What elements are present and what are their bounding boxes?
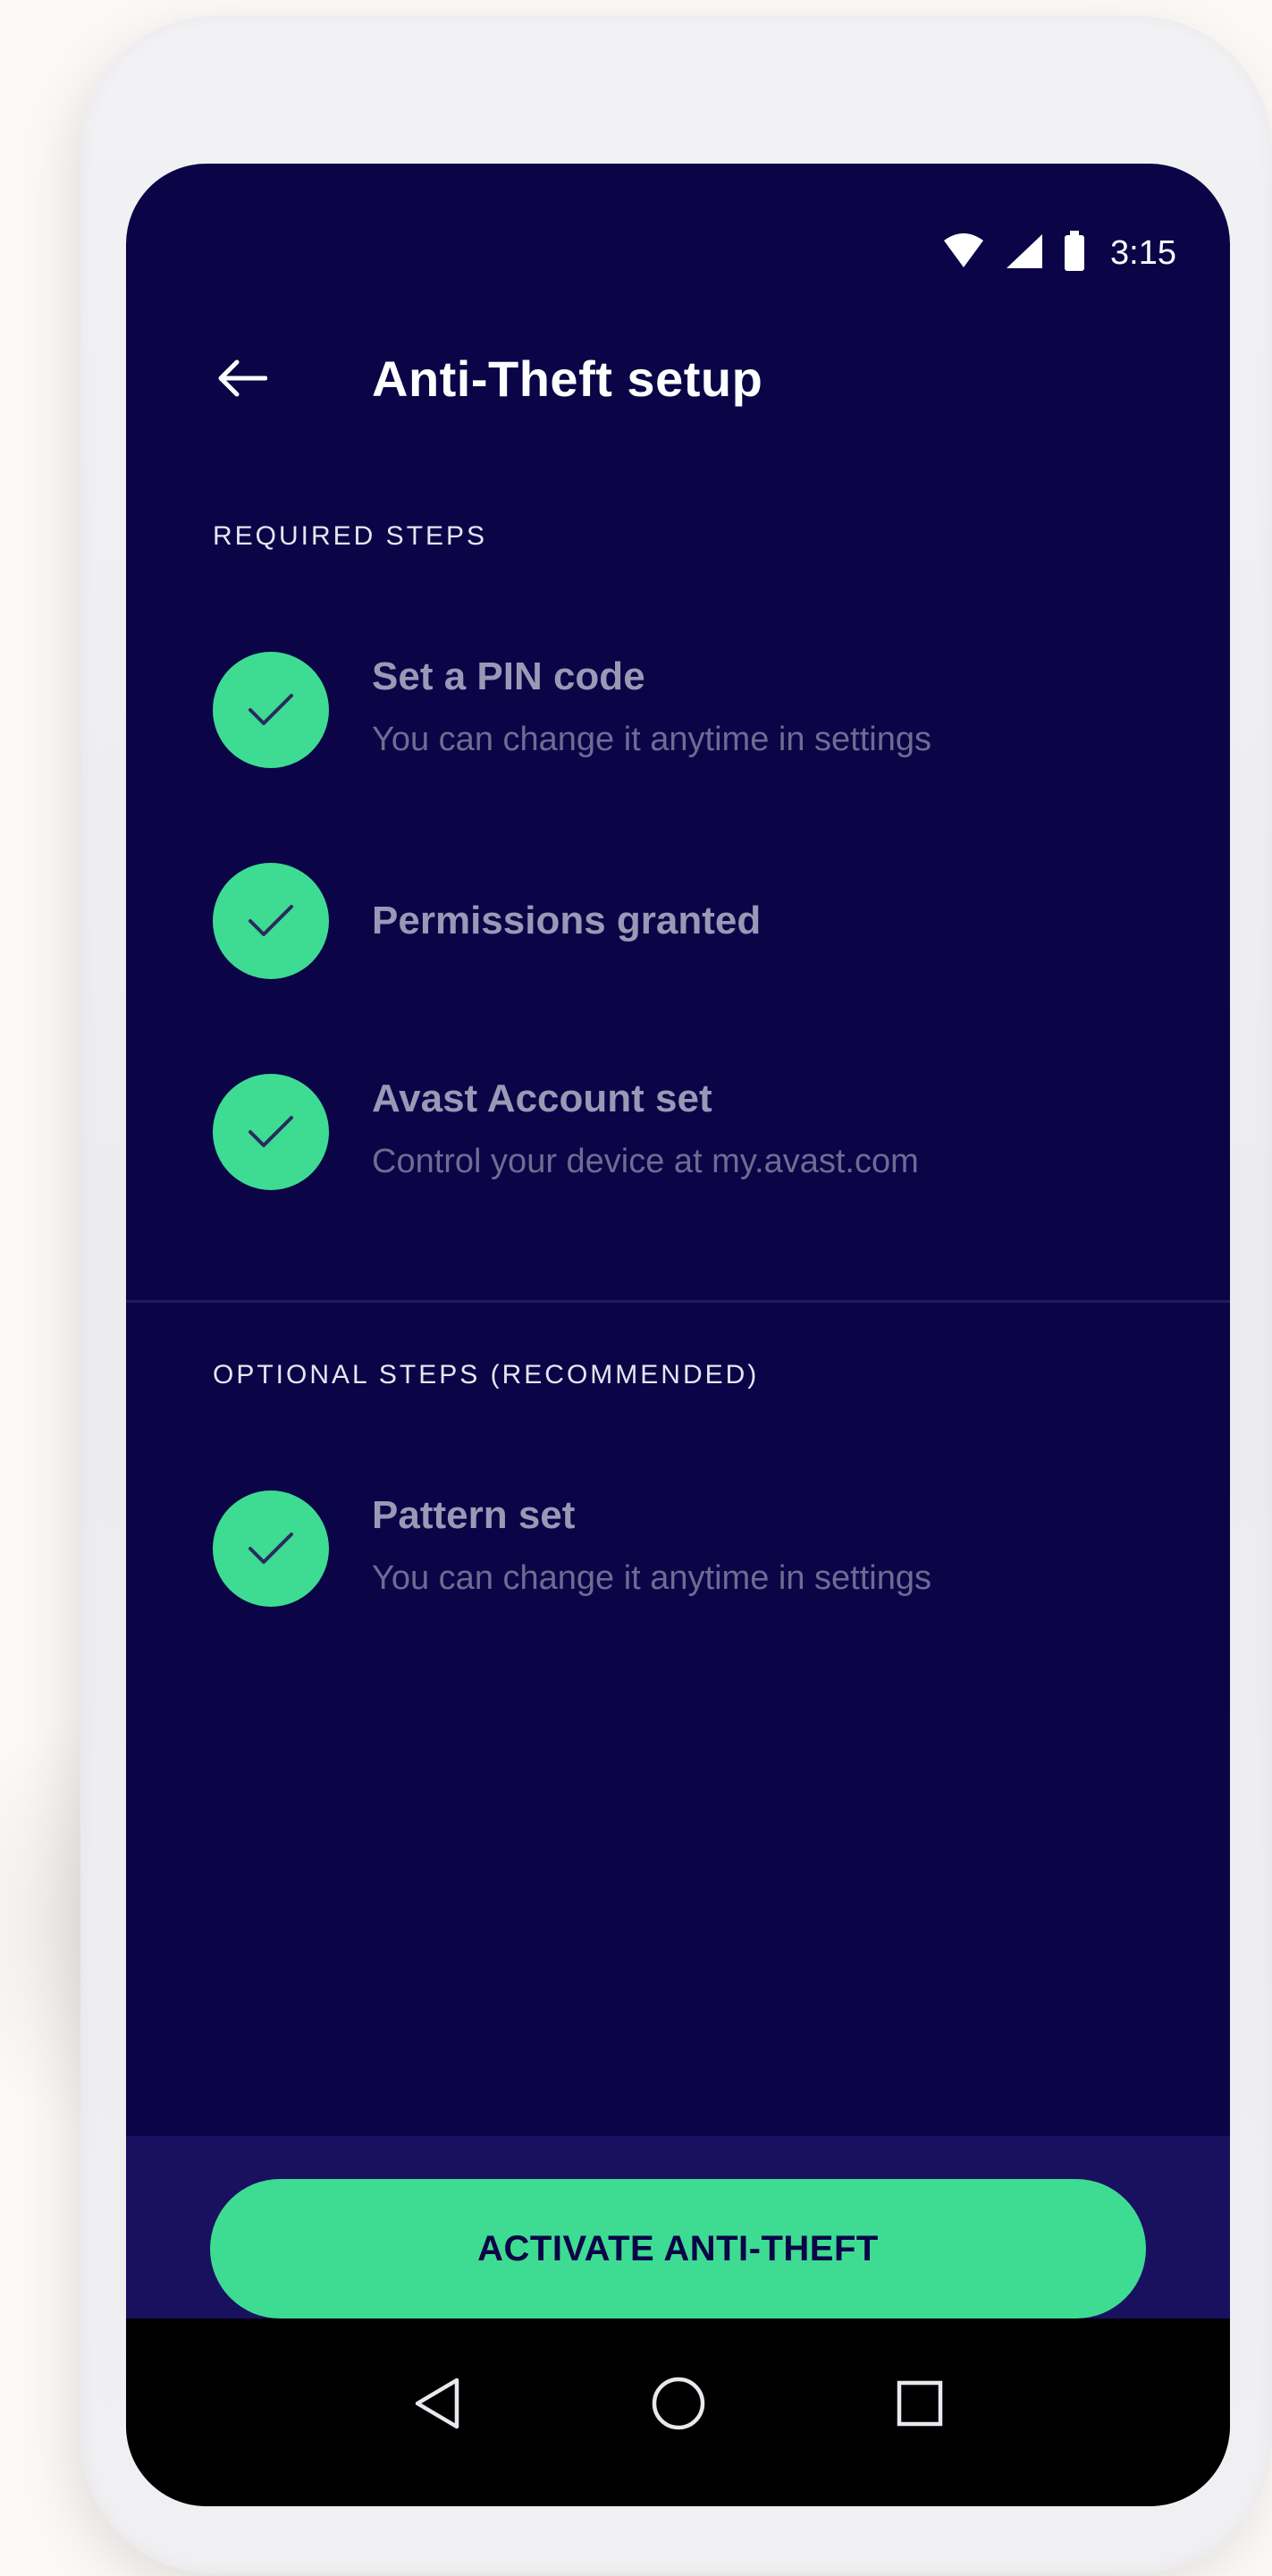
nav-home-icon	[652, 2377, 704, 2430]
step-permissions: Permissions granted	[213, 863, 1176, 979]
step-text: Permissions granted	[372, 863, 761, 979]
step-pattern: Pattern set You can change it anytime in…	[213, 1491, 1176, 1607]
step-title: Set a PIN code	[372, 655, 645, 698]
nav-recents-icon	[897, 2380, 942, 2427]
step-avast-account: Avast Account set Control your device at…	[213, 1074, 1176, 1190]
checkmark-icon	[213, 863, 329, 979]
status-bar: 3:15	[942, 226, 1176, 280]
app-header: Anti-Theft setup	[211, 342, 1176, 414]
activate-anti-theft-button[interactable]: ACTIVATE ANTI-THEFT	[210, 2179, 1146, 2318]
nav-recents-button[interactable]	[884, 2368, 956, 2439]
step-title: Permissions granted	[372, 899, 762, 942]
step-title: Avast Account set	[372, 1077, 712, 1120]
step-subtitle: Control your device at my.avast.com	[372, 1143, 919, 1180]
back-arrow-icon	[218, 359, 267, 397]
status-time: 3:15	[1110, 233, 1176, 272]
nav-home-button[interactable]	[643, 2368, 714, 2439]
step-title: Pattern set	[372, 1493, 576, 1537]
section-divider	[126, 1300, 1230, 1303]
nav-back-icon	[415, 2378, 459, 2429]
system-nav-bar	[126, 2318, 1230, 2506]
page-title: Anti-Theft setup	[372, 350, 763, 407]
step-subtitle: You can change it anytime in settings	[372, 1559, 931, 1597]
phone-screen: 3:15 Anti-Theft setup REQUIRED STEPS Set…	[126, 164, 1230, 2506]
step-text: Avast Account set Control your device at…	[372, 1074, 919, 1183]
step-subtitle: You can change it anytime in settings	[372, 721, 931, 758]
footer: ACTIVATE ANTI-THEFT	[126, 2136, 1230, 2318]
optional-steps-header: OPTIONAL STEPS (RECOMMENDED)	[213, 1360, 760, 1389]
battery-icon	[1064, 230, 1085, 276]
step-text: Pattern set You can change it anytime in…	[372, 1491, 931, 1600]
checkmark-icon	[213, 1491, 329, 1607]
required-steps-header: REQUIRED STEPS	[213, 521, 488, 551]
step-set-pin: Set a PIN code You can change it anytime…	[213, 652, 1176, 768]
checkmark-icon	[213, 1074, 329, 1190]
back-button[interactable]	[211, 347, 274, 410]
nav-back-button[interactable]	[401, 2368, 473, 2439]
checkmark-icon	[213, 652, 329, 768]
wifi-icon	[942, 232, 985, 274]
step-text: Set a PIN code You can change it anytime…	[372, 652, 931, 761]
cellular-signal-icon	[1005, 232, 1044, 274]
